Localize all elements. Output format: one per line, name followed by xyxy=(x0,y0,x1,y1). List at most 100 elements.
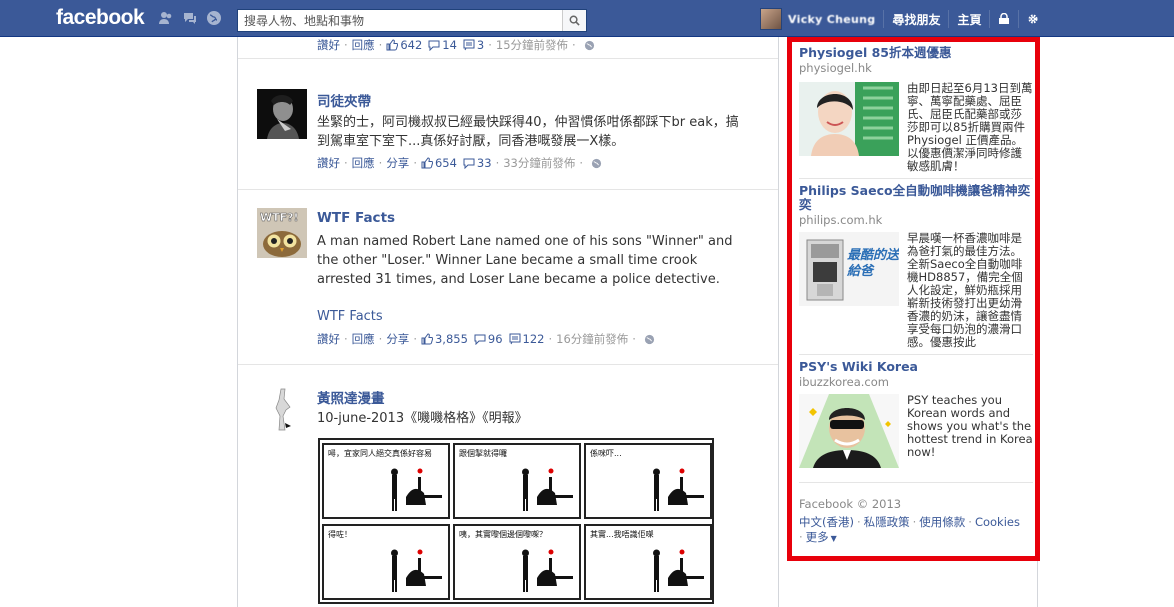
search-button[interactable] xyxy=(562,10,586,31)
story-message: 坐緊的士，阿司機叔叔已經最快踩得40，仲習慣係咁係都踩下br eak，搞到駕車室… xyxy=(317,115,739,149)
avatar[interactable] xyxy=(760,8,782,30)
comic-strip-image[interactable]: 噚，宜家同人絕交真係好容易 跟個掣就得囉 係咪吓... 得咗！ 咦，其實嚟個邊個… xyxy=(318,438,714,604)
likes-count[interactable]: 654 xyxy=(435,156,457,170)
ad-image[interactable] xyxy=(799,82,899,156)
nav-divider xyxy=(989,10,991,28)
news-feed: 讚好 · 回應 · 642 14 3 · 15分鐘前發佈 · 司徒夾帶 坐緊的士… xyxy=(237,37,779,607)
comic-panel: 得咗！ xyxy=(322,524,450,600)
nav-divider xyxy=(1018,10,1020,28)
timestamp[interactable]: 33分鐘前發佈 xyxy=(503,155,575,171)
timestamp[interactable]: 16分鐘前發佈 xyxy=(556,331,628,347)
story-author[interactable]: WTF Facts xyxy=(317,210,395,226)
comments-count[interactable]: 122 xyxy=(523,332,545,346)
story-actions: 讚好 · 回應 · 分享 · 654 33 · 33分鐘前發佈 · xyxy=(317,155,602,171)
ad-title[interactable]: Physiogel 85折本週優惠 xyxy=(799,46,1033,60)
shares-icon xyxy=(463,157,475,169)
shares-icon xyxy=(428,39,440,51)
story-author[interactable]: 黃照達漫畫 xyxy=(317,387,385,407)
lock-icon xyxy=(999,13,1010,24)
shares-count[interactable]: 33 xyxy=(477,156,492,170)
story-message: A man named Robert Lane named one of his… xyxy=(317,234,733,287)
share-link[interactable]: 分享 xyxy=(386,331,409,347)
likes-count[interactable]: 642 xyxy=(400,38,422,52)
ad-domain: physiogel.hk xyxy=(799,61,872,75)
svg-text:WTF?!: WTF?! xyxy=(260,211,299,224)
ad-unit[interactable]: PSY's Wiki Korea ibuzzkorea.com PSY teac… xyxy=(799,360,1033,470)
shares-count[interactable]: 96 xyxy=(488,332,503,346)
ad-unit[interactable]: Physiogel 85折本週優惠 physiogel.hk 由即日起至6月13… xyxy=(799,46,1033,176)
comments-icon xyxy=(509,333,521,345)
ad-domain: philips.com.hk xyxy=(799,213,883,227)
comment-link[interactable]: 回應 xyxy=(352,331,375,347)
notification-jewels xyxy=(158,10,222,26)
friend-requests-icon[interactable] xyxy=(158,10,174,26)
messages-icon[interactable] xyxy=(182,10,198,26)
share-link[interactable]: 分享 xyxy=(386,155,409,171)
comment-link[interactable]: 回應 xyxy=(352,37,375,53)
search-box xyxy=(237,9,587,32)
account-settings-button[interactable] xyxy=(1027,13,1039,25)
notifications-globe-icon[interactable] xyxy=(206,10,222,26)
footer-link-terms[interactable]: 使用條款 xyxy=(919,515,965,529)
sponsored-ads-highlight: Physiogel 85折本週優惠 physiogel.hk 由即日起至6月13… xyxy=(787,37,1040,561)
profile-name-link[interactable]: Vicky Cheung xyxy=(788,13,875,26)
comment-link[interactable]: 回應 xyxy=(352,155,375,171)
like-link[interactable]: 讚好 xyxy=(317,331,340,347)
ad-image[interactable]: 最酷的送給爸 xyxy=(799,232,899,306)
comic-panel: 係咪吓... xyxy=(584,443,712,519)
comic-panel: 跟個掣就得囉 xyxy=(453,443,581,519)
ad-divider xyxy=(799,354,1033,355)
nav-divider xyxy=(883,10,885,28)
story-message: 10-june-2013《嘰嘰格格》《明報》 xyxy=(317,411,528,426)
privacy-shortcuts-button[interactable] xyxy=(998,13,1010,25)
chevron-down-icon: ▼ xyxy=(830,534,837,543)
footer-more-link[interactable]: 更多 xyxy=(806,530,829,544)
ad-title[interactable]: PSY's Wiki Korea xyxy=(799,360,1033,374)
search-input[interactable] xyxy=(238,10,560,31)
home-link[interactable]: 主頁 xyxy=(957,11,981,28)
profile-picture[interactable] xyxy=(257,89,307,139)
comic-panel: 噚，宜家同人絕交真係好容易 xyxy=(322,443,450,519)
footer-link-privacy[interactable]: 私隱政策 xyxy=(864,515,910,529)
public-globe-icon xyxy=(584,40,595,51)
profile-picture[interactable]: WTF?! xyxy=(257,208,307,258)
public-globe-icon xyxy=(591,158,602,169)
comic-caption: 噚，宜家同人絕交真係好容易 xyxy=(328,449,432,458)
like-link[interactable]: 讚好 xyxy=(317,37,340,53)
thumbs-up-icon xyxy=(421,333,433,345)
ad-body: 早晨嘆一杯香濃咖啡是為爸打氣的最佳方法。全新Saeco全自動咖啡機HD8857，… xyxy=(907,231,1023,349)
thumbs-up-icon xyxy=(386,39,399,51)
footer-link-language[interactable]: 中文(香港) xyxy=(799,515,854,529)
comments-count[interactable]: 3 xyxy=(477,38,484,52)
ad-body: PSY teaches you Korean words and shows y… xyxy=(907,393,1033,459)
attachment-link[interactable]: WTF Facts xyxy=(317,309,383,324)
column-border xyxy=(1037,561,1038,607)
ad-unit[interactable]: Philips Saeco全自動咖啡機讓爸精神奕奕 philips.com.hk… xyxy=(799,184,1033,352)
profile-picture[interactable] xyxy=(257,383,307,433)
comic-panel: 其實...我唔識佢㗎 xyxy=(584,524,712,600)
shares-icon xyxy=(474,333,486,345)
story-actions: 讚好 · 回應 · 分享 · 3,855 96 122 · 16分鐘前發佈 · xyxy=(317,331,655,347)
like-link[interactable]: 讚好 xyxy=(317,155,340,171)
likes-count[interactable]: 3,855 xyxy=(435,332,468,346)
story-author[interactable]: 司徒夾帶 xyxy=(317,90,371,110)
ad-title[interactable]: Philips Saeco全自動咖啡機讓爸精神奕奕 xyxy=(799,184,1033,212)
copyright-text: Facebook © 2013 xyxy=(799,497,902,511)
footer-link-cookies[interactable]: Cookies xyxy=(975,515,1020,529)
comic-caption: 咦，其實嚟個邊個嚟㗎？ xyxy=(459,530,547,539)
facebook-logo[interactable]: facebook xyxy=(56,6,145,30)
comic-caption: 其實...我唔識佢㗎 xyxy=(590,530,654,539)
comic-caption: 跟個掣就得囉 xyxy=(459,449,507,458)
feed-story: 司徒夾帶 坐緊的士，阿司機叔叔已經最快踩得40，仲習慣係咁係都踩下br eak，… xyxy=(238,59,778,190)
ad-image[interactable] xyxy=(799,394,899,468)
ad-body: 由即日起至6月13日到萬寧、萬寧配藥處、屈臣氏、屈臣氏配藥部或莎莎即可以85折購… xyxy=(907,81,1033,173)
find-friends-link[interactable]: 尋找朋友 xyxy=(892,11,940,28)
shares-count[interactable]: 14 xyxy=(442,38,457,52)
story-actions: 讚好 · 回應 · 642 14 3 · 15分鐘前發佈 · xyxy=(317,37,595,53)
comic-caption: 係咪吓... xyxy=(590,449,622,458)
timestamp[interactable]: 15分鐘前發佈 xyxy=(496,37,568,53)
ad-domain: ibuzzkorea.com xyxy=(799,375,889,389)
search-icon xyxy=(569,15,580,26)
public-globe-icon xyxy=(644,334,655,345)
comic-panel: 咦，其實嚟個邊個嚟㗎？ xyxy=(453,524,581,600)
